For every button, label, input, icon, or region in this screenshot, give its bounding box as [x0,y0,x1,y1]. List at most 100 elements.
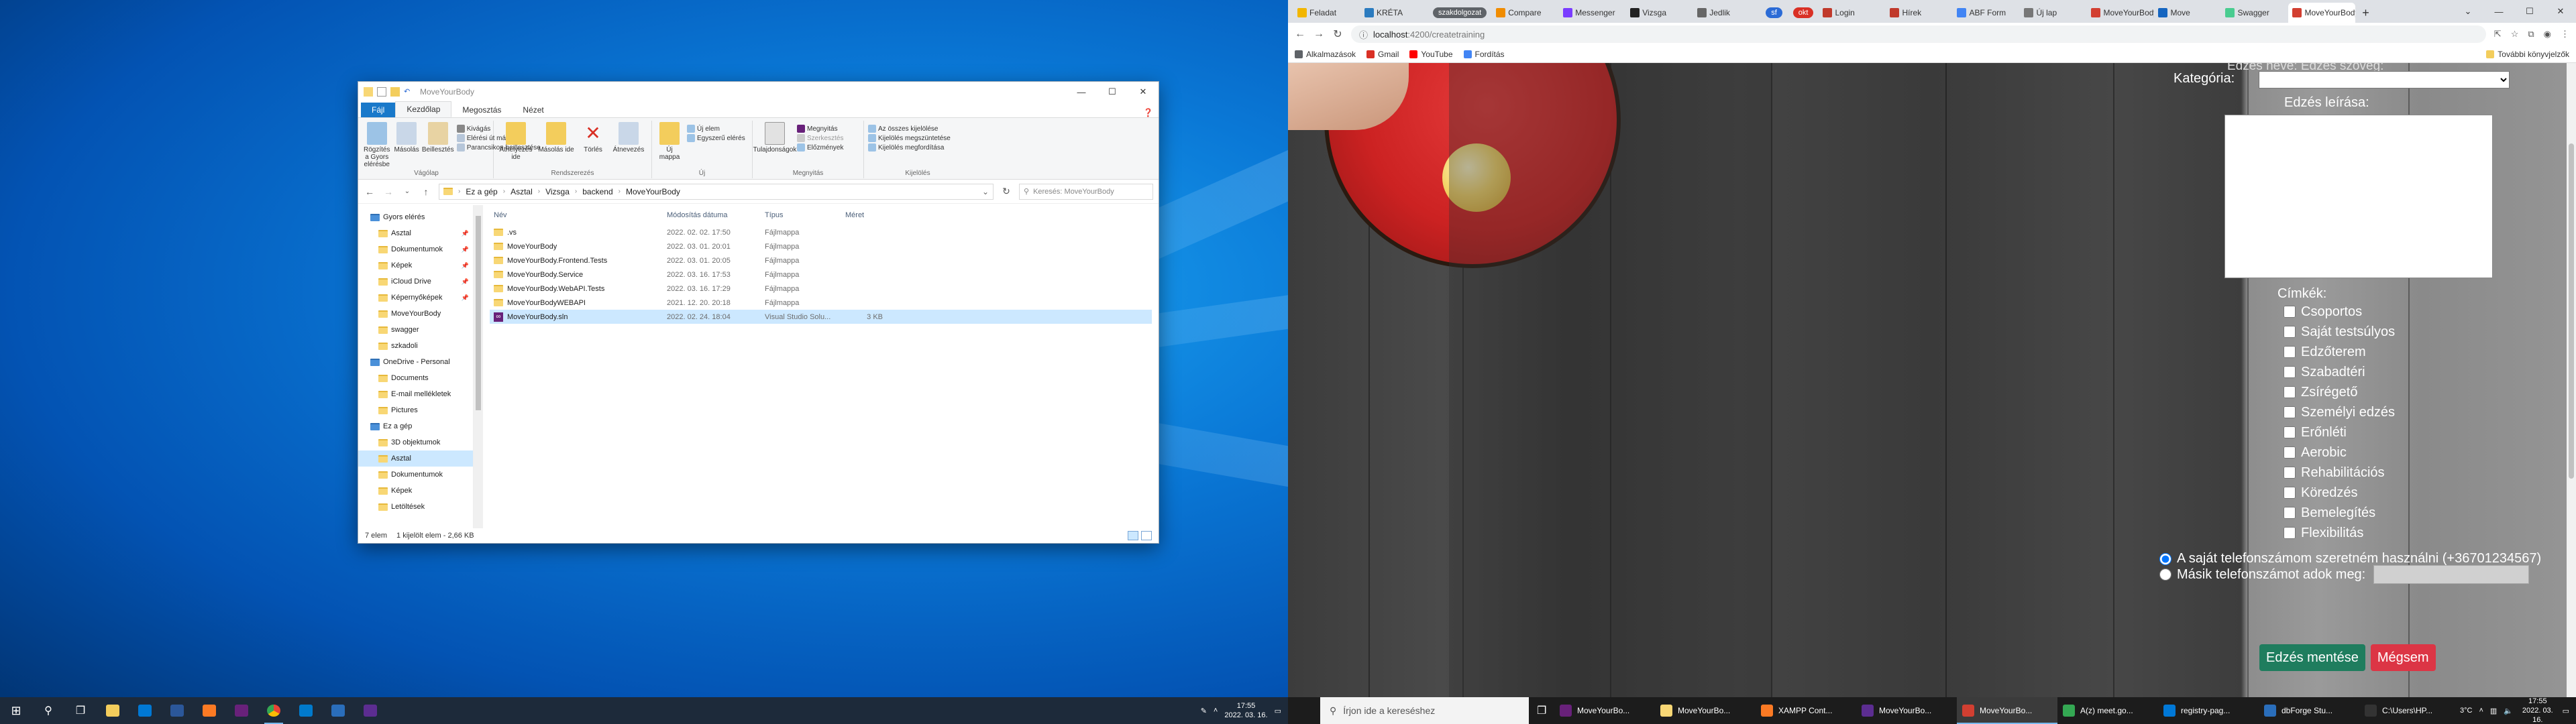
minimize-button[interactable]: — [1066,82,1097,102]
crumb-desktop[interactable]: Asztal [511,187,533,196]
file-row[interactable]: MoveYourBody.Frontend.Tests 2022. 03. 01.… [490,253,1152,267]
taskbar-app[interactable]: MoveYourBo... [1957,697,2057,724]
rename-button[interactable]: Átnevezés [612,122,645,177]
copy-button[interactable]: Másolás [394,122,419,177]
minimize-button[interactable]: — [2483,0,2514,23]
menu-icon[interactable]: ⋮ [2561,29,2569,40]
search-icon[interactable]: ⚲ [32,697,64,724]
tag-checkbox[interactable] [2284,386,2296,398]
other-phone-radio[interactable] [2159,568,2171,581]
tag-option[interactable]: Erőnléti [2284,422,2395,442]
info-icon[interactable]: ⓘ [1359,28,1368,41]
chevron-up-icon[interactable]: ˄ [2479,707,2483,715]
forward-arrow-icon[interactable]: → [1313,28,1324,40]
nav-item[interactable]: Letöltések [358,499,473,515]
pin-icon[interactable]: 📌 [462,278,469,286]
start-button[interactable]: ⊞ [0,697,32,724]
tag-option[interactable]: Bemelegítés [2284,503,2395,523]
column-size[interactable]: Méret [841,211,885,219]
select-all-button[interactable]: Az összes kijelölése [868,125,951,133]
bookmark-item[interactable]: Gmail [1366,50,1399,59]
network-icon[interactable]: ▥ [2490,707,2497,715]
nav-item[interactable]: szkadoli [358,338,473,354]
reload-icon[interactable]: ↻ [1332,27,1343,41]
crumb-vizsga[interactable]: Vizsga [545,187,570,196]
other-phone-input[interactable] [2373,565,2530,584]
nav-item[interactable]: swagger [358,322,473,338]
tag-option[interactable]: Saját testsúlyos [2284,322,2395,342]
column-type[interactable]: Típus [761,211,841,219]
file-row[interactable]: MoveYourBody.Service 2022. 03. 16. 17:53 F… [490,267,1152,282]
visual-studio-icon[interactable] [225,697,258,724]
nav-item[interactable]: Asztal [358,450,473,467]
browser-tab[interactable]: KRÉTA [1360,3,1428,23]
tag-checkbox[interactable] [2284,446,2296,459]
own-phone-radio[interactable] [2159,552,2171,565]
new-folder-icon[interactable] [390,87,400,97]
browser-tab[interactable]: Swagger [2221,3,2288,23]
tag-checkbox[interactable] [2284,346,2296,358]
tag-checkbox[interactable] [2284,326,2296,338]
browser-tab[interactable]: Jedlik [1693,3,1760,23]
notification-icon[interactable]: ▭ [2563,707,2569,715]
tab-search-icon[interactable]: ⌄ [2453,0,2483,23]
browser-tab[interactable]: Compare [1492,3,1559,23]
maximize-button[interactable]: ☐ [1097,82,1128,102]
column-date[interactable]: Módosítás dátuma [663,211,761,219]
browser-tab[interactable]: MoveYourBody✕ [2288,3,2356,23]
browser-tab[interactable]: Új lap [2020,3,2087,23]
invert-selection-button[interactable]: Kijelölés megfordítása [868,143,951,152]
refresh-icon[interactable]: ↻ [1000,186,1012,197]
vs-preview-icon[interactable] [354,697,386,724]
navigation-scrollbar[interactable] [474,205,483,528]
tab-file[interactable]: Fájl [361,103,396,117]
nav-item[interactable]: Pictures [358,402,473,418]
new-folder-button[interactable]: Új mappa [656,122,683,177]
nav-item[interactable]: Képernyőképek 📌 [358,290,473,306]
nav-item[interactable]: Dokumentumok 📌 [358,241,473,257]
browser-tab[interactable]: Feladat [1293,3,1360,23]
edit-button[interactable]: Szerkesztés [797,134,843,142]
nav-item[interactable]: OneDrive - Personal [358,354,473,370]
file-explorer-window[interactable]: ↶ MoveYourBody — ☐ ✕ Fájl Kezdőlap Megos… [358,81,1159,544]
weather-temp[interactable]: 3°C [2460,707,2472,715]
xampp-icon[interactable] [193,697,225,724]
paste-button[interactable]: Beillesztés [422,122,454,177]
taskbar-app[interactable]: A(z) meet.go... [2057,697,2158,724]
pin-icon[interactable]: 📌 [462,294,469,302]
word-icon[interactable] [161,697,193,724]
tiles-view-icon[interactable] [1141,531,1152,540]
tag-checkbox[interactable] [2284,487,2296,499]
delete-button[interactable]: ✕ Törlés [578,122,608,177]
easy-access-button[interactable]: Egyszerű elérés [687,134,745,142]
file-row[interactable]: MoveYourBody 2022. 03. 01. 20:01 Fájlmappa [490,239,1152,253]
copy-to-button[interactable]: Másolás ide [538,122,574,177]
breadcrumb[interactable]: › Ez a gép › Asztal › Vizsga › backend › Mov… [439,183,994,200]
browser-tab[interactable]: Messenger [1559,3,1626,23]
tag-checkbox[interactable] [2284,366,2296,378]
nav-item[interactable]: Documents [358,370,473,386]
task-view-icon[interactable]: ❐ [64,697,97,724]
column-name[interactable]: Név [490,211,663,219]
file-row[interactable]: ∞ MoveYourBody.sln 2022. 02. 24. 18:04 Visu… [490,310,1152,324]
bookmark-item[interactable]: YouTube [1409,50,1453,59]
details-view-icon[interactable] [1128,531,1138,540]
search-input[interactable]: ⚲ Keresés: MoveYourBody [1019,183,1153,200]
outlook-icon[interactable] [129,697,161,724]
extensions-icon[interactable]: ⧉ [2528,29,2534,40]
tab-share[interactable]: Megosztás [451,103,512,117]
file-row[interactable]: MoveYourBodyWEBAPI 2021. 12. 20. 20:18 Fáj… [490,296,1152,310]
chrome-icon[interactable] [258,697,290,724]
nav-item[interactable]: Ez a gép [358,418,473,434]
tag-checkbox[interactable] [2284,507,2296,519]
crumb-this-pc[interactable]: Ez a gép [466,187,497,196]
browser-tab[interactable]: szakdolgozat [1428,3,1492,23]
clock[interactable]: 17:55 2022. 03. 16. [2520,697,2556,724]
address-dropdown-icon[interactable]: ⌄ [982,187,989,196]
maximize-button[interactable]: ☐ [2514,0,2545,23]
other-phone-option[interactable]: Másik telefonszámot adok meg: [2159,565,2530,584]
vscode-icon[interactable] [290,697,322,724]
dbforge-icon[interactable] [322,697,354,724]
bookmark-item[interactable]: Alkalmazások [1295,50,1356,59]
close-button[interactable]: ✕ [2545,0,2576,23]
